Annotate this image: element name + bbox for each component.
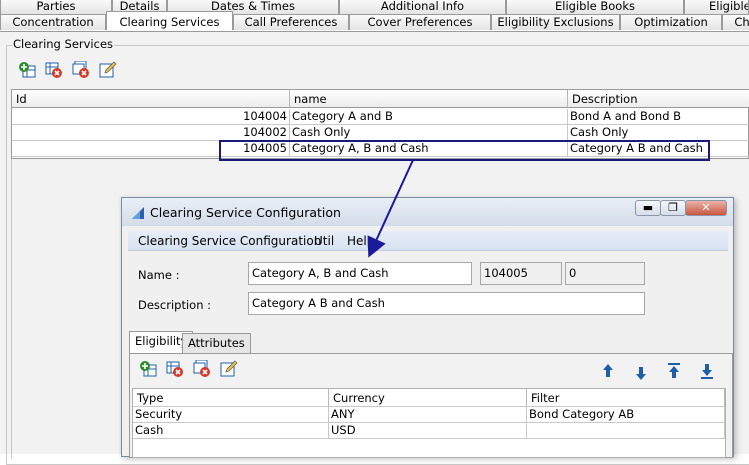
menu-help[interactable]: Help bbox=[347, 234, 374, 248]
add-icon[interactable] bbox=[17, 60, 37, 80]
cell-description[interactable]: Cash Only bbox=[568, 125, 749, 141]
app-icon bbox=[132, 207, 144, 219]
dialog-menubar: Clearing Service Configuration Util Help bbox=[128, 231, 728, 251]
tab-eligibility-exclusions[interactable]: Eligibility Exclusions bbox=[491, 14, 620, 30]
cell-type[interactable]: Cash bbox=[133, 423, 329, 439]
move-down-icon[interactable] bbox=[630, 363, 652, 383]
panel-left-edge bbox=[0, 159, 12, 459]
minimize-icon[interactable]: ▬ bbox=[635, 200, 661, 216]
move-bottom-icon[interactable] bbox=[696, 361, 718, 381]
tab-additional-info[interactable]: Additional Info bbox=[339, 0, 506, 14]
column-header-name[interactable]: name bbox=[290, 90, 568, 108]
menu-clearing-service-configuration[interactable]: Clearing Service Configuration bbox=[138, 234, 321, 248]
delete-all-icon[interactable] bbox=[71, 60, 91, 80]
cell-filter[interactable]: Bond Category AB bbox=[527, 407, 725, 423]
cell-name[interactable]: Category A and B bbox=[290, 109, 568, 125]
tab-ch[interactable]: Ch bbox=[722, 14, 749, 30]
delete-icon[interactable] bbox=[165, 359, 185, 379]
description-label: Description : bbox=[138, 298, 212, 312]
id-field: 104005 bbox=[480, 262, 562, 285]
tab-cover-preferences[interactable]: Cover Preferences bbox=[349, 14, 491, 30]
window-controls: ▬ ❐ ✕ bbox=[635, 200, 727, 216]
edit-icon[interactable] bbox=[98, 60, 118, 80]
tab-parties[interactable]: Parties bbox=[0, 0, 112, 14]
cell-id[interactable]: 104002 bbox=[12, 125, 290, 141]
add-icon[interactable] bbox=[138, 359, 158, 379]
dialog-titlebar[interactable]: Clearing Service Configuration ▬ ❐ ✕ bbox=[122, 198, 733, 226]
tab-clearing-services[interactable]: Clearing Services bbox=[106, 11, 233, 30]
tab-concentration[interactable]: Concentration bbox=[0, 14, 106, 30]
tab-eligible-books[interactable]: Eligible Books bbox=[506, 0, 684, 14]
cell-currency[interactable]: ANY bbox=[329, 407, 527, 423]
tab-attributes[interactable]: Attributes bbox=[182, 333, 251, 353]
eligibility-panel: Type Currency Filter Security ANY Bond C… bbox=[129, 353, 733, 458]
description-field[interactable]: Category A B and Cash bbox=[248, 292, 645, 315]
column-header-type[interactable]: Type bbox=[133, 389, 329, 407]
menu-util[interactable]: Util bbox=[314, 234, 334, 248]
delete-icon[interactable] bbox=[44, 60, 64, 80]
tab-row-bottom: Concentration Clearing Services Call Pre… bbox=[0, 11, 749, 30]
column-header-currency[interactable]: Currency bbox=[329, 389, 527, 407]
close-icon[interactable]: ✕ bbox=[685, 200, 727, 216]
cell-id[interactable]: 104004 bbox=[12, 109, 290, 125]
maximize-icon[interactable]: ❐ bbox=[660, 200, 686, 216]
name-label: Name : bbox=[138, 268, 180, 282]
tab-call-preferences[interactable]: Call Preferences bbox=[233, 14, 349, 30]
cell-filter[interactable] bbox=[527, 423, 725, 439]
selected-row-highlight bbox=[219, 140, 710, 161]
column-header-description[interactable]: Description bbox=[568, 90, 749, 108]
cell-type[interactable]: Security bbox=[133, 407, 329, 423]
tab-eligible-c[interactable]: Eligible C bbox=[684, 0, 749, 14]
dialog-title: Clearing Service Configuration bbox=[150, 205, 341, 220]
version-field: 0 bbox=[565, 262, 645, 285]
cell-name[interactable]: Cash Only bbox=[290, 125, 568, 141]
column-header-id[interactable]: Id bbox=[12, 90, 290, 108]
delete-all-icon[interactable] bbox=[192, 359, 212, 379]
edit-icon[interactable] bbox=[219, 359, 239, 379]
group-title: Clearing Services bbox=[12, 37, 115, 51]
cell-currency[interactable]: USD bbox=[329, 423, 527, 439]
column-header-filter[interactable]: Filter bbox=[527, 389, 725, 407]
move-up-icon[interactable] bbox=[597, 361, 619, 381]
eligibility-table: Type Currency Filter Security ANY Bond C… bbox=[132, 388, 726, 458]
cell-description[interactable]: Bond A and Bond B bbox=[568, 109, 749, 125]
name-field[interactable]: Category A, B and Cash bbox=[248, 262, 472, 285]
tab-optimization[interactable]: Optimization bbox=[620, 14, 722, 30]
move-top-icon[interactable] bbox=[663, 361, 685, 381]
clearing-service-configuration-dialog: Clearing Service Configuration ▬ ❐ ✕ Cle… bbox=[121, 197, 734, 458]
